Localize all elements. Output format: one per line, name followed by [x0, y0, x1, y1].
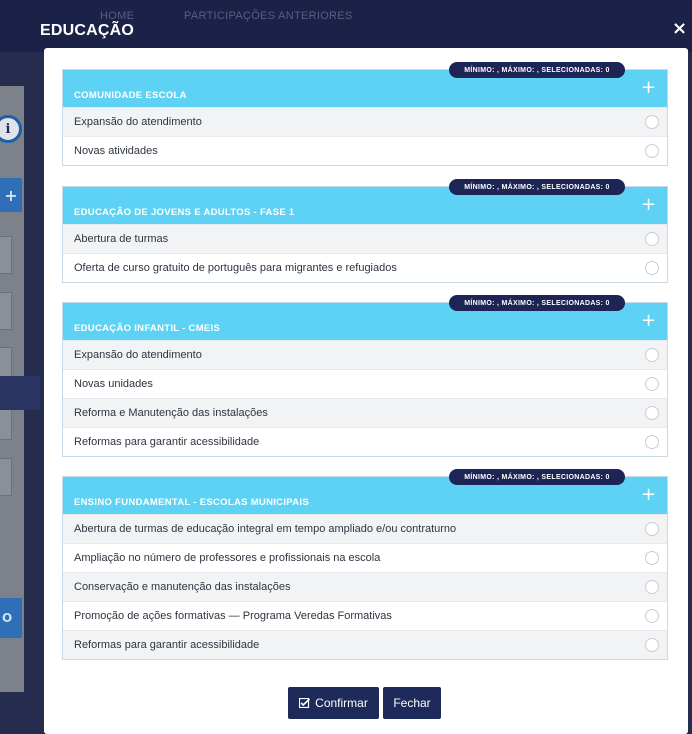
confirm-button-label: Confirmar [315, 696, 368, 710]
group-title: EDUCAÇÃO DE JOVENS E ADULTOS - FASE 1 [74, 207, 295, 218]
option-label: Reformas para garantir acessibilidade [74, 436, 260, 448]
group-header: MÍNIMO: , MÁXIMO: , SELECIONADAS: 0 COMU… [63, 62, 667, 107]
option-row[interactable]: Oferta de curso gratuito de português pa… [63, 253, 667, 282]
option-radio[interactable] [645, 638, 659, 652]
group-panel: MÍNIMO: , MÁXIMO: , SELECIONADAS: 0 EDUC… [62, 179, 668, 283]
option-row[interactable]: Reformas para garantir acessibilidade [63, 427, 667, 456]
option-radio[interactable] [645, 261, 659, 275]
background-button: O [0, 598, 22, 638]
option-label: Expansão do atendimento [74, 116, 202, 128]
option-label: Novas atividades [74, 145, 158, 157]
option-row[interactable]: Novas unidades [63, 369, 667, 398]
group-header: MÍNIMO: , MÁXIMO: , SELECIONADAS: 0 EDUC… [63, 179, 667, 224]
plus-icon[interactable]: + [641, 196, 656, 214]
option-label: Novas unidades [74, 378, 153, 390]
background-band [0, 376, 40, 410]
option-row[interactable]: Expansão do atendimento [63, 340, 667, 369]
option-label: Oferta de curso gratuito de português pa… [74, 262, 397, 274]
background-field [0, 236, 12, 274]
selection-badge: MÍNIMO: , MÁXIMO: , SELECIONADAS: 0 [449, 179, 625, 195]
option-row[interactable]: Reformas para garantir acessibilidade [63, 630, 667, 659]
selection-badge: MÍNIMO: , MÁXIMO: , SELECIONADAS: 0 [449, 62, 625, 78]
option-radio[interactable] [645, 580, 659, 594]
modal-body: MÍNIMO: , MÁXIMO: , SELECIONADAS: 0 COMU… [44, 48, 688, 734]
option-row[interactable]: Conservação e manutenção das instalações [63, 572, 667, 601]
option-radio[interactable] [645, 522, 659, 536]
option-row[interactable]: Novas atividades [63, 136, 667, 165]
close-button-label: Fechar [393, 696, 431, 710]
option-radio[interactable] [645, 609, 659, 623]
option-label: Promoção de ações formativas — Programa … [74, 610, 392, 622]
selection-badge: MÍNIMO: , MÁXIMO: , SELECIONADAS: 0 [449, 469, 625, 485]
background-field [0, 292, 12, 330]
option-label: Expansão do atendimento [74, 349, 202, 361]
close-button[interactable]: Fechar [383, 687, 441, 719]
option-radio[interactable] [645, 377, 659, 391]
option-row[interactable]: Expansão do atendimento [63, 107, 667, 136]
background-nav-previous: PARTICIPAÇÕES ANTERIORES [184, 10, 353, 22]
selection-badge: MÍNIMO: , MÁXIMO: , SELECIONADAS: 0 [449, 295, 625, 311]
option-row[interactable]: Ampliação no número de professores e pro… [63, 543, 667, 572]
option-row[interactable]: Promoção de ações formativas — Programa … [63, 601, 667, 630]
option-radio[interactable] [645, 551, 659, 565]
option-label: Abertura de turmas [74, 233, 169, 245]
group-title: COMUNIDADE ESCOLA [74, 90, 187, 101]
option-radio[interactable] [645, 232, 659, 246]
group-header: MÍNIMO: , MÁXIMO: , SELECIONADAS: 0 ENSI… [63, 469, 667, 514]
option-radio[interactable] [645, 115, 659, 129]
modal-title: EDUCAÇÃO [40, 22, 135, 39]
option-radio[interactable] [645, 144, 659, 158]
option-radio[interactable] [645, 435, 659, 449]
background-plus-icon: + [0, 178, 22, 212]
option-row[interactable]: Abertura de turmas de educação integral … [63, 514, 667, 543]
check-square-icon [299, 698, 311, 708]
group-panel: MÍNIMO: , MÁXIMO: , SELECIONADAS: 0 EDUC… [62, 295, 668, 457]
group-header: MÍNIMO: , MÁXIMO: , SELECIONADAS: 0 EDUC… [63, 295, 667, 340]
plus-icon[interactable]: + [641, 312, 656, 330]
plus-icon[interactable]: + [641, 79, 656, 97]
option-label: Ampliação no número de professores e pro… [74, 552, 381, 564]
option-radio[interactable] [645, 348, 659, 362]
plus-icon[interactable]: + [641, 486, 656, 504]
option-radio[interactable] [645, 406, 659, 420]
option-label: Reformas para garantir acessibilidade [74, 639, 260, 651]
group-panel: MÍNIMO: , MÁXIMO: , SELECIONADAS: 0 ENSI… [62, 469, 668, 660]
group-title: ENSINO FUNDAMENTAL - ESCOLAS MUNICIPAIS [74, 497, 309, 508]
background-field [0, 458, 12, 496]
background-nav-home: HOME [100, 10, 135, 22]
option-label: Reforma e Manutenção das instalações [74, 407, 268, 419]
option-label: Conservação e manutenção das instalações [74, 581, 291, 593]
close-icon[interactable]: × [672, 18, 687, 39]
option-label: Abertura de turmas de educação integral … [74, 523, 457, 535]
option-row[interactable]: Reforma e Manutenção das instalações [63, 398, 667, 427]
group-title: EDUCAÇÃO INFANTIL - CMEIS [74, 323, 221, 334]
option-row[interactable]: Abertura de turmas [63, 224, 667, 253]
group-panel: MÍNIMO: , MÁXIMO: , SELECIONADAS: 0 COMU… [62, 62, 668, 166]
confirm-button[interactable]: Confirmar [288, 687, 379, 719]
